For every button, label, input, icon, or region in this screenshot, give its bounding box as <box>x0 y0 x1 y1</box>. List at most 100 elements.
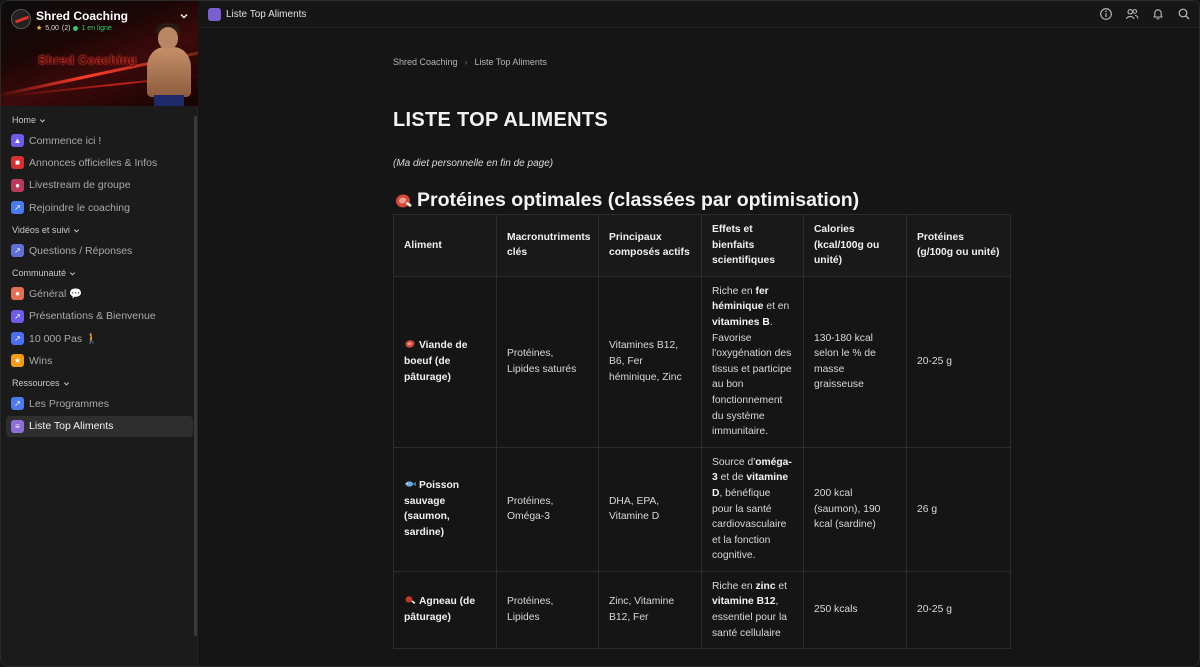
sidebar-item-label: Les Programmes <box>29 397 109 410</box>
coach-photo <box>144 23 194 106</box>
intro-note: (Ma diet personnelle en fin de page) <box>393 158 554 169</box>
protein-cell: 26 g <box>906 446 1011 572</box>
table-header-row: Aliment Macronutriments clés Principaux … <box>393 214 1011 277</box>
breadcrumb-root[interactable]: Shred Coaching <box>393 57 458 67</box>
graduation-cap-icon: ▲ <box>11 134 24 147</box>
effects-highlight: vitamine B12 <box>712 596 776 608</box>
column-header: Principaux composés actifs <box>598 214 702 277</box>
macros-cell: Protéines, Lipides <box>496 570 599 650</box>
banner-logo: Shred Coaching <box>38 53 138 67</box>
chevron-down-icon[interactable] <box>179 11 189 21</box>
bell-icon[interactable] <box>1151 7 1165 21</box>
sidebar-item[interactable]: ↗ 10 000 Pas 🚶 <box>6 328 193 349</box>
sidebar-item[interactable]: ▲ Commence ici ! <box>6 130 193 151</box>
effects-cell: Riche en fer héminique et en vitamines B… <box>701 275 804 448</box>
calories-cell: 250 kcals <box>803 570 907 650</box>
compounds-cell: Vitamines B12, B6, Fer héminique, Zinc <box>598 275 702 448</box>
protein-cell-text: 20-25 g <box>917 604 952 616</box>
effects-cell: Source d'oméga-3 et de vitamine D, bénéf… <box>701 446 804 572</box>
table-row: Poisson sauvage (saumon, sardine) Protéin… <box>393 446 1011 572</box>
main-content: Shred Coaching › Liste Top Aliments LIST… <box>199 29 1199 666</box>
chevron-down-icon <box>63 382 69 386</box>
sidebar-item[interactable]: ↗ Les Programmes <box>6 393 193 414</box>
sidebar-section-label: Home <box>12 115 37 125</box>
compounds-cell-text: DHA, EPA, Vitamine D <box>609 495 660 523</box>
community-avatar[interactable] <box>11 9 31 29</box>
sidebar-item[interactable]: ↗ Présentations & Bienvenue <box>6 306 193 327</box>
sidebar-section-header[interactable]: Vidéos et suivi <box>1 223 198 237</box>
sidebar-item[interactable]: ■ Annonces officielles & Infos <box>6 152 193 173</box>
protein-cell-text: 20-25 g <box>917 355 952 367</box>
rating-count: (2) <box>61 24 71 32</box>
sidebar-item[interactable]: ↗ Questions / Réponses <box>6 240 193 261</box>
sidebar-section-label: Vidéos et suivi <box>12 225 70 236</box>
effects-cell: Riche en zinc et vitamine B12, essentiel… <box>701 570 804 650</box>
sidebar-item[interactable]: ↗ Rejoindre le coaching <box>6 197 193 218</box>
sidebar-item[interactable]: ≡ Liste Top Aliments <box>6 415 193 437</box>
column-header: Calories (kcal/100g ou unité) <box>803 214 907 277</box>
star-icon: ★ <box>36 25 43 32</box>
compounds-cell: Zinc, Vitamine B12, Fer <box>598 570 702 650</box>
calories-cell: 130-180 kcal selon le % de masse graisse… <box>803 275 907 448</box>
sidebar-item[interactable]: ● Livestream de groupe <box>6 175 193 196</box>
effects-text: , bénéfique pour la santé cardiovasculai… <box>712 487 787 562</box>
megaphone-icon: ■ <box>11 156 24 170</box>
effects-highlight: zinc <box>755 580 776 592</box>
section-heading-text: Protéines optimales (classées par optimi… <box>417 189 860 211</box>
chat-icon: ● <box>11 287 24 301</box>
effects-highlight: vitamines B <box>712 316 770 328</box>
page-title: LISTE TOP ALIMENTS <box>393 109 609 131</box>
protein-cell: 20-25 g <box>906 570 1011 650</box>
sidebar-scrollbar[interactable] <box>194 116 197 636</box>
section-heading: Protéines optimales (classées par optimi… <box>393 189 859 212</box>
sidebar-section-header[interactable]: Communauté <box>1 266 198 280</box>
effects-text: . Favorise l'oxygénation des tissus et p… <box>712 316 792 438</box>
fish-icon <box>404 480 419 491</box>
calories-cell: 200 kcal (saumon), 190 kcal (sardine) <box>803 446 907 572</box>
macros-cell: Protéines, Lipides saturés <box>496 275 599 448</box>
sidebar-nav: Home ▲ Commence ici ! ■ Annonces officielles… <box>1 113 198 437</box>
sidebar-section-header[interactable]: Ressources <box>1 376 198 390</box>
calories-cell-text: 130-180 kcal selon le % de masse graisse… <box>814 332 876 391</box>
sidebar-item-label: Liste Top Aliments <box>29 420 114 433</box>
community-banner[interactable]: Shred Coaching Shred Coaching ★ 5,00 (2)… <box>1 1 198 106</box>
effects-text: et <box>775 580 787 592</box>
sidebar-item-label: Livestream de groupe <box>29 179 131 192</box>
column-header: Protéines (g/100g ou unité) <box>906 214 1011 277</box>
record-icon: ● <box>11 178 24 192</box>
effects-text: Source d' <box>712 456 756 468</box>
macros-cell-text: Protéines, Lipides saturés <box>507 348 577 375</box>
community-title[interactable]: Shred Coaching <box>36 9 128 23</box>
effects-text: Riche en <box>712 580 756 592</box>
chevron-down-icon <box>73 228 79 233</box>
food-cell: Viande de boeuf (de pâturage) <box>393 275 497 448</box>
search-icon[interactable] <box>1177 7 1191 21</box>
list-icon <box>208 8 221 21</box>
sidebar-section-label: Communauté <box>12 268 67 279</box>
topbar: Liste Top Aliments <box>199 1 1199 28</box>
chart-icon: ↗ <box>11 309 24 323</box>
sidebar-section-label: Ressources <box>12 378 60 389</box>
sidebar-item-label: Présentations & Bienvenue <box>29 310 156 323</box>
food-cell: Poisson sauvage (saumon, sardine) <box>393 446 497 572</box>
sidebar-item-label: Wins <box>29 354 53 367</box>
sidebar-item[interactable]: ● Général 💬 <box>6 283 193 304</box>
macros-cell: Protéines, Oméga-3 <box>496 446 599 572</box>
online-dot-icon <box>73 25 79 31</box>
sidebar-item[interactable]: ★ Wins <box>6 350 193 371</box>
protein-cell: 20-25 g <box>906 275 1011 448</box>
chart-icon: ↗ <box>11 244 24 258</box>
breadcrumb-current: Liste Top Aliments <box>474 57 547 67</box>
calories-cell-text: 250 kcals <box>814 604 858 616</box>
food-cell: Agneau (de pâturage) <box>393 570 497 650</box>
chart-icon: ↗ <box>11 397 24 411</box>
sidebar-item-label: Général 💬 <box>29 288 83 301</box>
community-meta: ★ 5,00 (2) 1 en ligne <box>36 24 112 33</box>
info-icon[interactable] <box>1099 7 1113 21</box>
compounds-cell-text: Zinc, Vitamine B12, Fer <box>609 596 675 624</box>
foods-table: Aliment Macronutriments clés Principaux … <box>393 214 1011 650</box>
breadcrumb: Shred Coaching › Liste Top Aliments <box>393 57 547 67</box>
members-icon[interactable] <box>1125 7 1139 21</box>
sidebar-section-header[interactable]: Home <box>1 113 198 127</box>
meat-leg-icon <box>404 596 419 607</box>
